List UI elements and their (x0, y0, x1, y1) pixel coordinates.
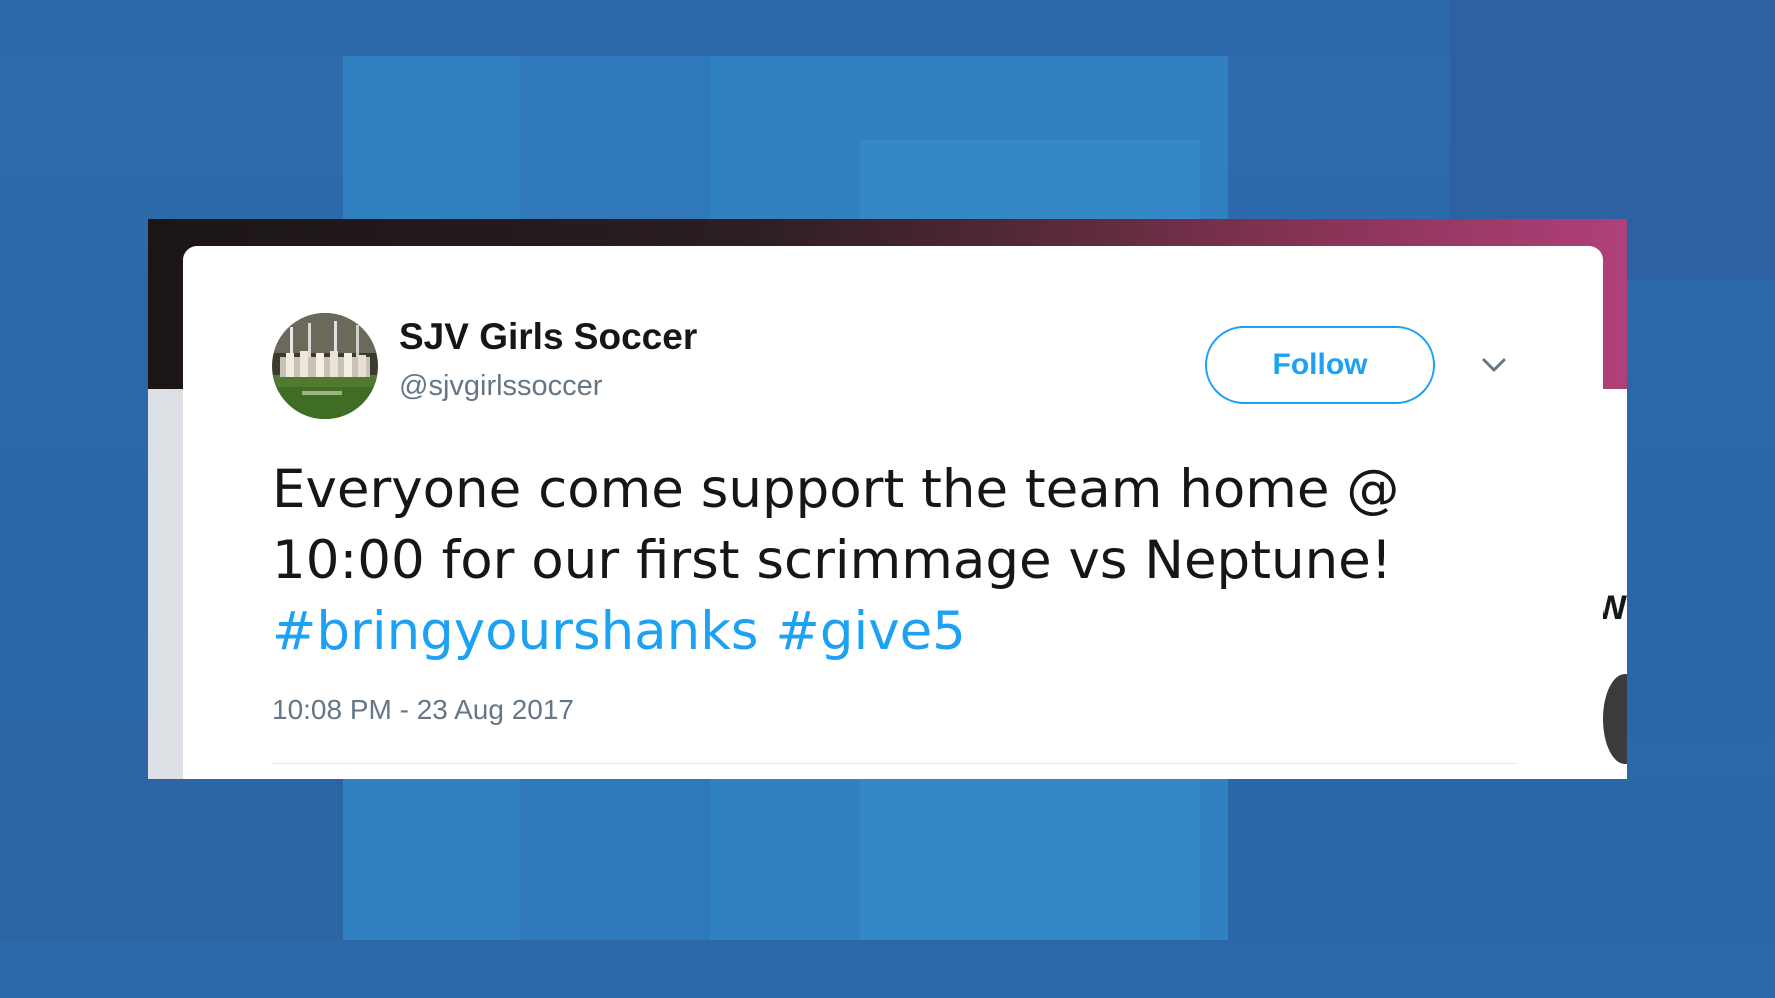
follow-button[interactable]: Follow (1205, 326, 1435, 404)
team-photo-avatar-icon (272, 313, 378, 419)
video-frame: W SJV Girls Soccer @sjvgirlssoccer Follo… (0, 0, 1775, 998)
chevron-down-icon (1482, 358, 1506, 372)
hashtag-link[interactable]: #give5 (775, 601, 965, 662)
divider (272, 763, 1517, 764)
background-tile (0, 940, 1775, 998)
user-handle[interactable]: @sjvgirlssoccer (399, 370, 602, 403)
tweet-timestamp[interactable]: 10:08 PM - 23 Aug 2017 (272, 694, 574, 726)
tweet-menu-button[interactable] (1479, 350, 1509, 380)
tweet-hashtags: #bringyourshanks #give5 (272, 596, 966, 667)
display-name[interactable]: SJV Girls Soccer (399, 316, 697, 358)
profile-avatar[interactable] (272, 313, 378, 419)
tweet-card: SJV Girls Soccer @sjvgirlssoccer Follow … (183, 246, 1603, 779)
hashtag-link[interactable]: #bringyourshanks (272, 601, 759, 662)
tweet-text: Everyone come support the team home @ 10… (272, 459, 1400, 591)
